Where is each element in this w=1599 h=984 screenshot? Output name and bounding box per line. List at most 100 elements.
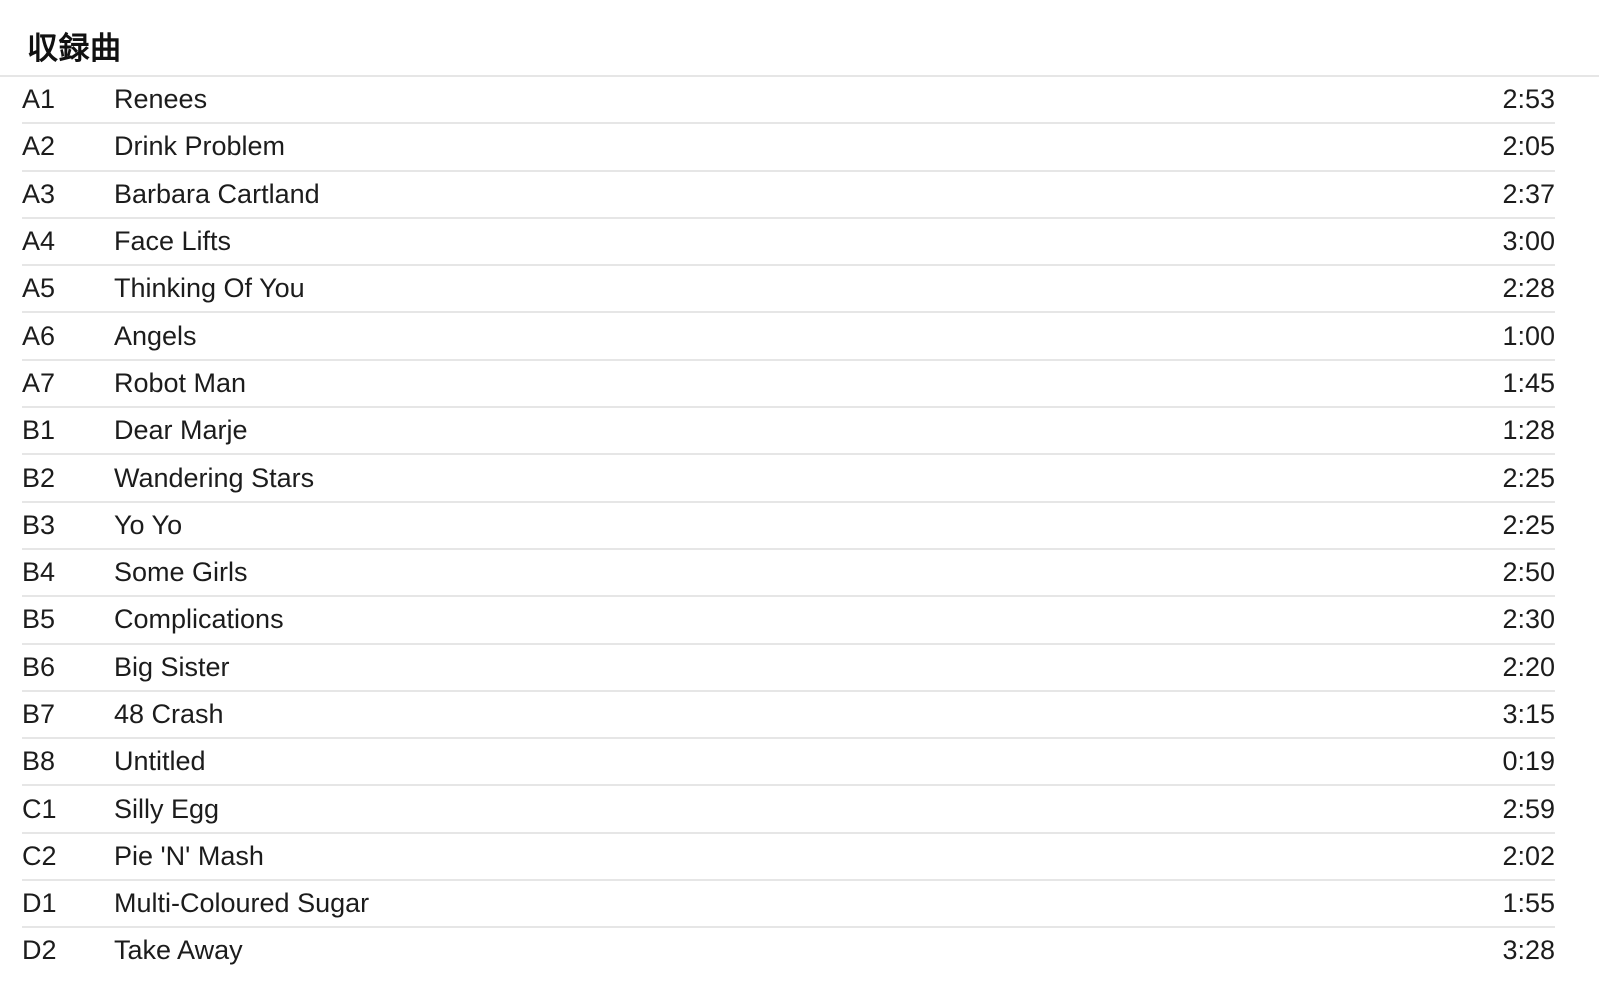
track-position: B4	[22, 547, 114, 597]
track-duration: 2:05	[1335, 122, 1555, 171]
track-duration: 2:28	[1335, 264, 1555, 313]
row-left-gutter	[0, 785, 22, 832]
table-row[interactable]: A1 Renees 2:53	[0, 76, 1599, 123]
track-duration: 2:53	[1502, 84, 1555, 115]
row-left-gutter	[0, 738, 22, 785]
track-title[interactable]: Angels	[114, 311, 1335, 360]
track-duration: 2:37	[1335, 169, 1555, 218]
track-title[interactable]: Some Girls	[114, 547, 1335, 597]
row-left-gutter	[0, 644, 22, 691]
track-position: B7	[22, 689, 114, 739]
row-left-gutter	[0, 549, 22, 596]
row-right-gutter	[1555, 454, 1599, 501]
track-position: B1	[22, 406, 114, 455]
track-position: C1	[22, 784, 114, 833]
track-title[interactable]: Renees	[114, 76, 1335, 123]
row-left-gutter	[0, 76, 22, 123]
track-duration: 2:25	[1335, 453, 1555, 502]
table-row[interactable]: B6 Big Sister 2:20	[0, 642, 1599, 691]
table-row[interactable]: A2 Drink Problem 2:05	[0, 122, 1599, 171]
track-title[interactable]: Multi-Coloured Sugar	[114, 879, 1335, 928]
table-row[interactable]: A7 Robot Man 1:45	[0, 358, 1599, 408]
row-left-gutter	[0, 880, 22, 927]
row-right-gutter	[1555, 407, 1599, 454]
row-right-gutter	[1555, 596, 1599, 643]
track-title[interactable]: Untitled	[114, 737, 1335, 786]
track-position: B5	[22, 595, 114, 644]
track-position: B8	[22, 737, 114, 786]
track-position: B3	[22, 500, 114, 549]
track-position: B2	[22, 453, 114, 502]
track-position: A1	[22, 84, 56, 115]
table-row[interactable]: B5 Complications 2:30	[0, 595, 1599, 644]
row-left-gutter	[0, 691, 22, 738]
track-duration: 1:55	[1335, 879, 1555, 928]
row-right-gutter	[1555, 502, 1599, 549]
table-row[interactable]: B3 Yo Yo 2:25	[0, 500, 1599, 549]
track-title[interactable]: Robot Man	[114, 358, 1335, 408]
track-title[interactable]: Wandering Stars	[114, 453, 1335, 502]
row-left-gutter	[0, 596, 22, 643]
tracklist-body: A1 Renees 2:53 A2 Drink Problem 2:05 A3 Barbara…	[0, 76, 1599, 974]
row-right-gutter	[1555, 880, 1599, 927]
row-left-gutter	[0, 833, 22, 880]
track-duration: 2:02	[1335, 831, 1555, 881]
row-right-gutter	[1555, 549, 1599, 596]
table-row[interactable]: B4 Some Girls 2:50	[0, 547, 1599, 597]
track-title[interactable]: Take Away	[114, 926, 1335, 974]
row-left-gutter	[0, 123, 22, 170]
table-row[interactable]: B1 Dear Marje 1:28	[0, 406, 1599, 455]
table-row[interactable]: D2 Take Away 3:28	[0, 926, 1599, 974]
track-title[interactable]: Barbara Cartland	[114, 169, 1335, 218]
row-right-gutter	[1555, 927, 1599, 973]
table-row[interactable]: A6 Angels 1:00	[0, 311, 1599, 360]
row-right-gutter	[1555, 785, 1599, 832]
table-row[interactable]: C1 Silly Egg 2:59	[0, 784, 1599, 833]
track-duration: 3:00	[1335, 216, 1555, 266]
row-left-gutter	[0, 407, 22, 454]
table-row[interactable]: A3 Barbara Cartland 2:37	[0, 169, 1599, 218]
track-title[interactable]: Drink Problem	[114, 122, 1335, 171]
track-title[interactable]: Yo Yo	[114, 500, 1335, 549]
track-position: A3	[22, 169, 114, 218]
row-left-gutter	[0, 360, 22, 407]
row-left-gutter	[0, 218, 22, 265]
table-row[interactable]: B2 Wandering Stars 2:25	[0, 453, 1599, 502]
track-position: A4	[22, 216, 114, 266]
table-row[interactable]: A4 Face Lifts 3:00	[0, 216, 1599, 266]
tracklist-table: A1 Renees 2:53 A2 Drink Problem 2:05 A3 Barbara…	[0, 75, 1599, 974]
track-duration: 1:45	[1335, 358, 1555, 408]
track-duration: 1:28	[1335, 406, 1555, 455]
row-right-gutter	[1555, 691, 1599, 738]
row-right-gutter	[1555, 123, 1599, 170]
track-position: A6	[22, 311, 114, 360]
track-position: D1	[22, 879, 114, 928]
track-title[interactable]: Big Sister	[114, 642, 1335, 691]
track-title[interactable]: Dear Marje	[114, 406, 1335, 455]
row-left-gutter	[0, 171, 22, 218]
track-title[interactable]: Thinking Of You	[114, 264, 1335, 313]
track-duration: 1:00	[1335, 311, 1555, 360]
row-left-gutter	[0, 312, 22, 359]
table-row[interactable]: B8 Untitled 0:19	[0, 737, 1599, 786]
row-left-gutter	[0, 265, 22, 312]
table-row[interactable]: C2 Pie 'N' Mash 2:02	[0, 831, 1599, 881]
track-title[interactable]: Face Lifts	[114, 216, 1335, 266]
row-right-gutter	[1555, 644, 1599, 691]
row-right-gutter	[1555, 76, 1599, 123]
row-left-gutter	[0, 502, 22, 549]
table-row[interactable]: D1 Multi-Coloured Sugar 1:55	[0, 879, 1599, 928]
row-right-gutter	[1555, 360, 1599, 407]
row-right-gutter	[1555, 218, 1599, 265]
track-position: A7	[22, 358, 114, 408]
track-title[interactable]: Pie 'N' Mash	[114, 831, 1335, 881]
track-title[interactable]: Complications	[114, 595, 1335, 644]
page-title: 収録曲	[27, 31, 122, 66]
track-title[interactable]: Silly Egg	[114, 784, 1335, 833]
track-duration: 0:19	[1335, 737, 1555, 786]
track-position: B6	[22, 642, 114, 691]
track-position: C2	[22, 831, 114, 881]
table-row[interactable]: A5 Thinking Of You 2:28	[0, 264, 1599, 313]
track-title[interactable]: 48 Crash	[114, 689, 1335, 739]
table-row[interactable]: B7 48 Crash 3:15	[0, 689, 1599, 739]
